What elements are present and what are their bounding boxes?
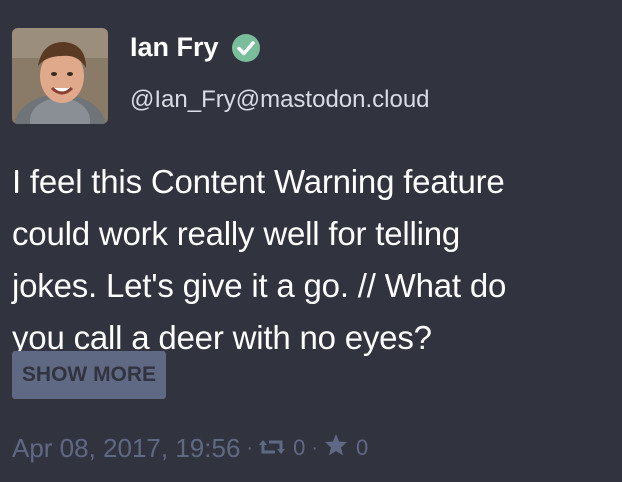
meta-separator: · (311, 436, 318, 459)
status-content: I feel this Content Warning feature coul… (12, 156, 612, 364)
content-line: I feel this Content Warning feature (12, 163, 505, 200)
star-icon[interactable] (324, 433, 348, 464)
show-more-button[interactable]: SHOW MORE (12, 351, 166, 399)
favourite-count: 0 (356, 435, 369, 460)
check-circle-icon (231, 33, 261, 63)
account-handle[interactable]: @Ian_Fry@mastodon.cloud (130, 86, 430, 114)
status-meta: Apr 08, 2017, 19:56 · 0 · 0 (12, 430, 368, 466)
content-line: jokes. Let's give it a go. // What do (12, 267, 507, 304)
content-line: could work really well for telling (12, 215, 461, 252)
display-name-text: Ian Fry (130, 32, 219, 62)
meta-separator: · (246, 436, 254, 459)
timestamp-link[interactable]: Apr 08, 2017, 19:56 (12, 433, 240, 464)
avatar-image (12, 28, 108, 124)
boost-count: 0 (293, 435, 306, 460)
status-card: Ian Fry @Ian_Fry@mastodon.cloud I feel t… (0, 0, 622, 482)
avatar[interactable] (12, 28, 108, 124)
display-name[interactable]: Ian Fry (130, 32, 261, 63)
retweet-icon[interactable] (259, 433, 286, 464)
